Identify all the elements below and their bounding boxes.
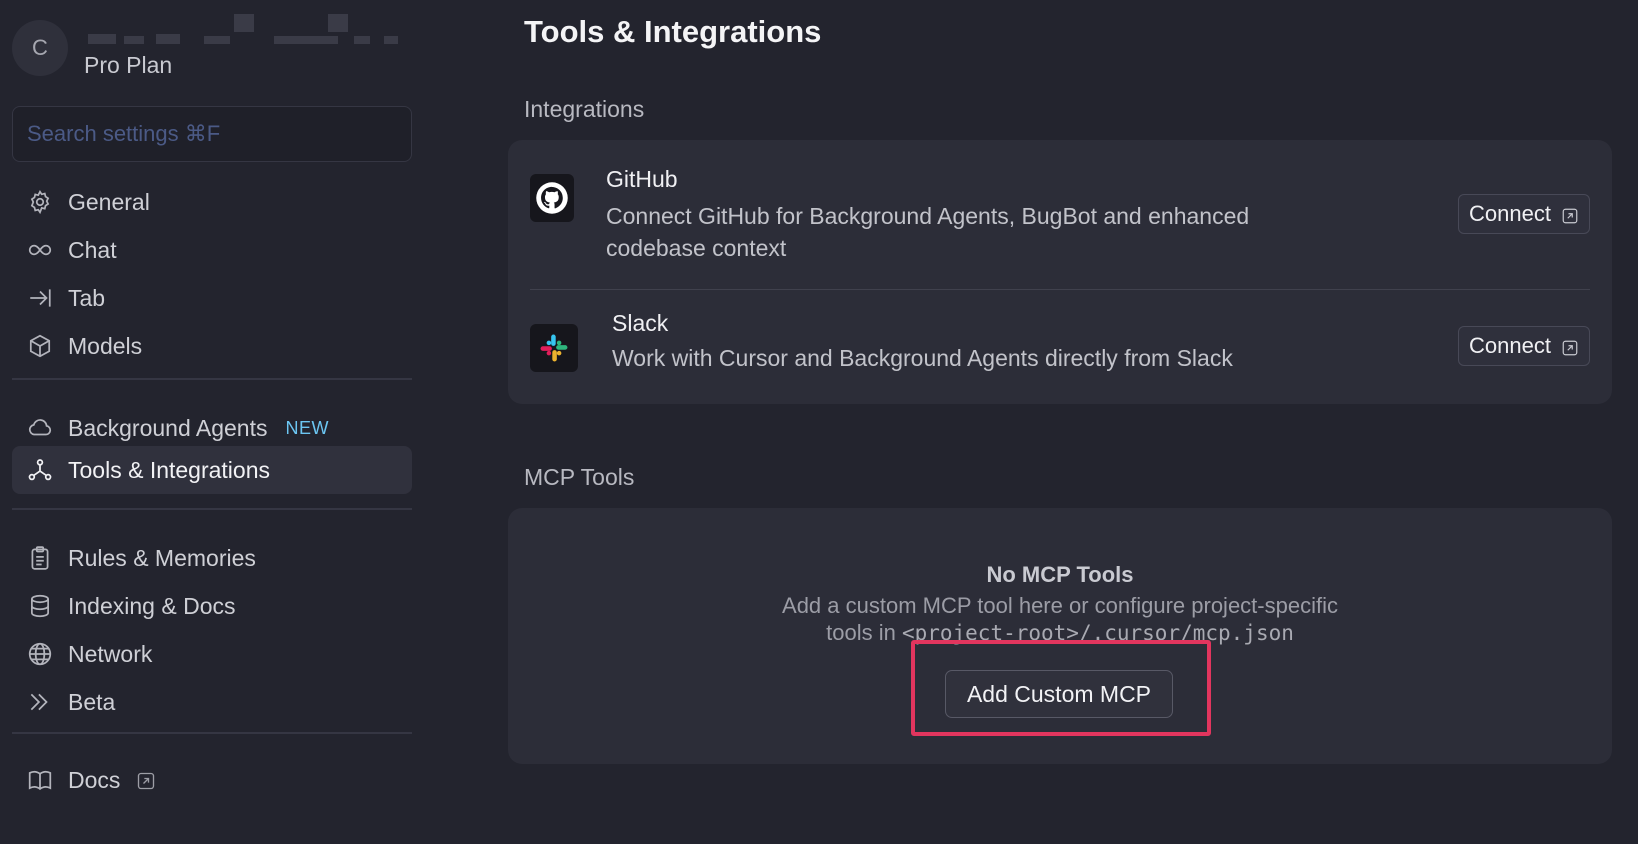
github-connect-button[interactable]: Connect [1458, 194, 1590, 234]
sidebar-item-label: Indexing & Docs [68, 592, 236, 619]
database-icon [26, 592, 54, 620]
sidebar-item-label: Rules & Memories [68, 544, 256, 571]
sidebar: C Pro Plan General [0, 0, 420, 844]
sidebar-item-tab[interactable]: Tab [12, 274, 412, 322]
slack-connect-button[interactable]: Connect [1458, 326, 1590, 366]
external-link-icon [136, 770, 156, 790]
connect-label: Connect [1469, 201, 1551, 226]
slack-icon [530, 324, 578, 372]
empty-state-description: Add a custom MCP tool here or configure … [508, 592, 1612, 647]
avatar[interactable]: C [12, 20, 68, 76]
sidebar-item-label: Tools & Integrations [68, 456, 271, 483]
integration-name: GitHub [606, 166, 678, 192]
account-name-redacted [84, 14, 398, 46]
sidebar-item-label: Tab [68, 284, 106, 311]
sidebar-item-label: Chat [68, 236, 117, 263]
sidebar-item-label: Beta [68, 688, 116, 715]
sidebar-item-rules-memories[interactable]: Rules & Memories [12, 534, 412, 582]
settings-window: C Pro Plan General [0, 0, 1638, 844]
add-custom-mcp-button[interactable]: Add Custom MCP [945, 670, 1173, 718]
connect-label: Connect [1469, 333, 1551, 358]
sidebar-divider [12, 378, 412, 380]
sidebar-item-models[interactable]: Models [12, 322, 412, 370]
sidebar-item-background-agents[interactable]: Background Agents NEW [12, 404, 412, 452]
sidebar-item-beta[interactable]: Beta [12, 678, 412, 726]
cube-icon [26, 332, 54, 360]
empty-state-prefix: tools in [826, 620, 902, 645]
page-title: Tools & Integrations [524, 14, 822, 49]
integration-description: Connect GitHub for Background Agents, Bu… [606, 203, 1250, 261]
sidebar-item-label: General [68, 188, 150, 215]
sidebar-item-docs[interactable]: Docs [12, 756, 412, 804]
network-nodes-icon [26, 456, 54, 484]
book-icon [26, 766, 54, 794]
cloud-icon [26, 414, 54, 442]
empty-state-line-1: Add a custom MCP tool here or configure … [782, 593, 1338, 618]
integration-description: Work with Cursor and Background Agents d… [612, 345, 1233, 371]
mcp-tools-section-label: MCP Tools [524, 464, 635, 490]
github-icon [530, 174, 574, 222]
integrations-section-label: Integrations [524, 96, 645, 122]
external-link-icon [1561, 205, 1579, 224]
sidebar-item-label: Network [68, 640, 153, 667]
globe-icon [26, 640, 54, 668]
sidebar-divider [12, 508, 412, 510]
sidebar-item-label: Background Agents [68, 414, 268, 441]
sidebar-item-general[interactable]: General [12, 178, 412, 226]
sidebar-item-tools-integrations[interactable]: Tools & Integrations [12, 446, 412, 494]
sidebar-item-network[interactable]: Network [12, 630, 412, 678]
integration-github: GitHub Connect GitHub for Background Age… [530, 140, 1590, 290]
empty-state-title: No MCP Tools [986, 562, 1134, 587]
new-badge: NEW [285, 417, 329, 438]
sidebar-item-indexing-docs[interactable]: Indexing & Docs [12, 582, 412, 630]
sidebar-item-label: Docs [68, 766, 121, 793]
sidebar-item-chat[interactable]: Chat [12, 226, 412, 274]
sidebar-divider [12, 732, 412, 734]
gear-icon [26, 188, 54, 216]
external-link-icon [1561, 337, 1579, 356]
sidebar-item-label: Models [68, 332, 143, 359]
double-chevron-icon [26, 688, 54, 716]
clipboard-icon [26, 544, 54, 572]
arrow-to-bar-icon [26, 284, 54, 312]
search-input[interactable] [27, 121, 397, 147]
integration-name: Slack [612, 310, 669, 336]
infinity-icon [26, 236, 54, 264]
account-plan: Pro Plan [84, 52, 173, 78]
search-field[interactable] [12, 106, 412, 162]
integrations-card: GitHub Connect GitHub for Background Age… [508, 140, 1612, 404]
integration-slack: Slack Work with Cursor and Background Ag… [530, 290, 1590, 404]
